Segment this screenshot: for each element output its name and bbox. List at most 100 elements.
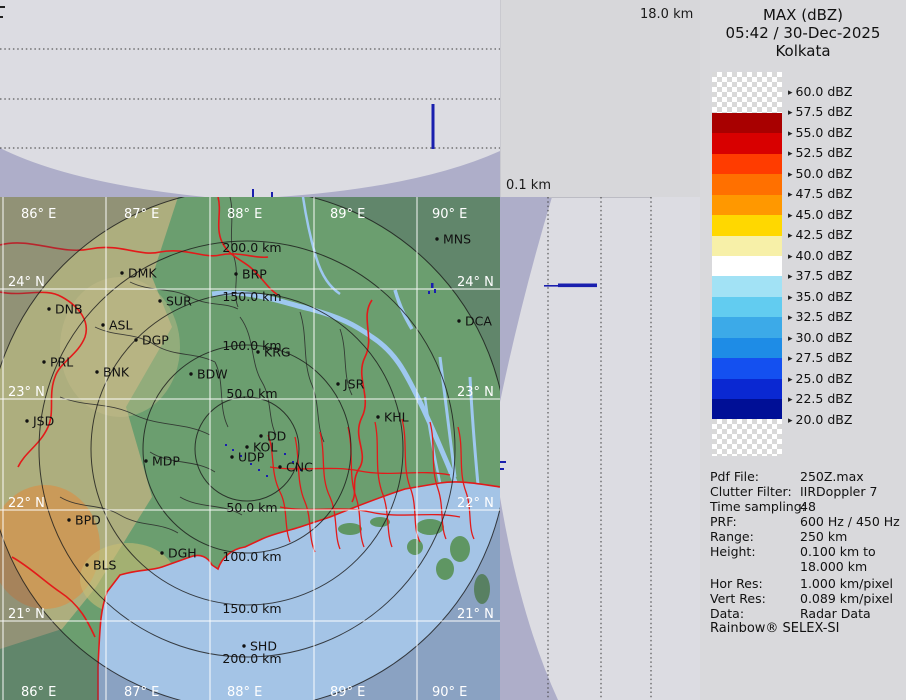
legend-overflow-swatch — [712, 72, 782, 113]
legend-color-swatch — [712, 297, 782, 318]
metadata-value: Radar Data — [800, 606, 904, 621]
legend-threshold-label: ▸55.0 dBZ — [788, 125, 852, 140]
legend-threshold-label: ▸37.5 dBZ — [788, 268, 852, 283]
threshold-value: 45.0 dBZ — [796, 207, 853, 222]
metadata-value: 1.000 km/pixel — [800, 576, 904, 591]
metadata-row: Time sampling:48 — [710, 499, 904, 514]
station-label: KHL — [384, 410, 409, 425]
legend-color-swatch — [712, 379, 782, 400]
legend-color-swatch — [712, 195, 782, 216]
min-height-label: 0.1 km — [506, 178, 551, 193]
legend-threshold-label: ▸50.0 dBZ — [788, 166, 852, 181]
metadata-value: 0.089 km/pixel — [800, 591, 904, 606]
longitude-label: 86° E — [21, 207, 56, 222]
legend-color-swatch — [712, 133, 782, 154]
station-label: ASL — [109, 318, 132, 333]
legend-threshold-label: ▸57.5 dBZ — [788, 104, 852, 119]
station-label: DCA — [465, 314, 492, 329]
threshold-arrow-icon: ▸ — [788, 88, 793, 98]
legend-threshold-label: ▸47.5 dBZ — [788, 186, 852, 201]
legend-threshold-label: ▸25.0 dBZ — [788, 371, 852, 386]
station-label: DGP — [142, 333, 169, 348]
threshold-value: 25.0 dBZ — [796, 371, 853, 386]
metadata-row: Range:250 km — [710, 529, 904, 544]
station-label: MDP — [152, 454, 180, 469]
station-dot — [336, 382, 339, 385]
metadata-label: Vert Res: — [710, 591, 800, 606]
threshold-arrow-icon: ▸ — [788, 190, 793, 200]
metadata-value: 48 — [800, 499, 904, 514]
scan-datetime: 05:42 / 30-Dec-2025 — [700, 24, 906, 42]
right-cross-section-plot — [500, 197, 700, 700]
latitude-label: 23° N — [457, 385, 494, 400]
threshold-arrow-icon: ▸ — [788, 252, 793, 262]
station-label: PRL — [50, 355, 73, 370]
legend-threshold-label: ▸42.5 dBZ — [788, 227, 852, 242]
metadata-row: PRF:600 Hz / 450 Hz — [710, 514, 904, 529]
threshold-arrow-icon: ▸ — [788, 416, 793, 426]
station-dot — [67, 518, 70, 521]
ppi-map: 86° E86° E87° E87° E88° E88° E89° E89° E… — [0, 197, 500, 700]
metadata-row: 18.000 km — [710, 559, 904, 574]
station-label: BDW — [197, 367, 228, 382]
station-dot — [25, 419, 28, 422]
threshold-arrow-icon: ▸ — [788, 313, 793, 323]
range-ring-label: 200.0 km — [222, 240, 281, 255]
legend-color-swatch — [712, 154, 782, 175]
height-gridlines — [548, 197, 651, 700]
range-ring-label: 150.0 km — [222, 601, 281, 616]
legend-color-swatch — [712, 338, 782, 359]
top-cross-section-panel — [0, 0, 501, 197]
station-dot — [230, 455, 233, 458]
max-height-label: 18.0 km — [640, 7, 693, 22]
threshold-value: 57.5 dBZ — [796, 104, 853, 119]
longitude-label: 88° E — [227, 685, 262, 700]
station-dot — [101, 323, 104, 326]
legend-panel: MAX (dBZ) 05:42 / 30-Dec-2025 Kolkata ▸6… — [700, 0, 906, 700]
legend-threshold-label: ▸20.0 dBZ — [788, 412, 852, 427]
threshold-arrow-icon: ▸ — [788, 354, 793, 364]
metadata-label: Hor Res: — [710, 576, 800, 591]
metadata-row: Hor Res:1.000 km/pixel — [710, 576, 904, 591]
legend-color-swatch — [712, 276, 782, 297]
station-dot — [234, 272, 237, 275]
legend-color-swatch — [712, 174, 782, 195]
blind-cone-wedge-bottom — [500, 497, 558, 700]
height-gridlines — [0, 49, 500, 148]
longitude-label: 90° E — [432, 207, 467, 222]
station-dot — [95, 370, 98, 373]
legend-color-swatch — [712, 358, 782, 379]
longitude-label: 89° E — [330, 685, 365, 700]
station-dot — [189, 372, 192, 375]
legend-threshold-label: ▸35.0 dBZ — [788, 289, 852, 304]
threshold-arrow-icon: ▸ — [788, 293, 793, 303]
metadata-label: Height: — [710, 544, 800, 559]
threshold-arrow-icon: ▸ — [788, 272, 793, 282]
legend-color-swatch — [712, 256, 782, 277]
legend-title: MAX (dBZ) 05:42 / 30-Dec-2025 Kolkata — [700, 6, 906, 60]
station-dot — [85, 563, 88, 566]
station-dot — [259, 434, 262, 437]
legend-threshold-label: ▸32.5 dBZ — [788, 309, 852, 324]
metadata-value: 0.100 km to — [800, 544, 904, 559]
station-dot — [120, 271, 123, 274]
radar-display-window: 86° E86° E87° E87° E88° E88° E89° E89° E… — [0, 0, 906, 700]
station-label: BRP — [242, 267, 267, 282]
range-ring-label: 50.0 km — [226, 386, 277, 401]
longitude-label: 89° E — [330, 207, 365, 222]
threshold-value: 22.5 dBZ — [796, 391, 853, 406]
latitude-label: 22° N — [457, 496, 494, 511]
station-dot — [256, 350, 259, 353]
metadata-label: PRF: — [710, 514, 800, 529]
threshold-arrow-icon: ▸ — [788, 170, 793, 180]
metadata-value: 250Z.max — [800, 469, 904, 484]
metadata-row: Clutter Filter:IIRDoppler 7 — [710, 484, 904, 499]
metadata-value: 250 km — [800, 529, 904, 544]
blind-cone-wedge-top — [500, 197, 552, 402]
metadata-label: Time sampling: — [710, 499, 800, 514]
latitude-label: 24° N — [8, 275, 45, 290]
product-metadata: Pdf File:250Z.maxClutter Filter:IIRDoppl… — [710, 469, 904, 621]
metadata-row: Height:0.100 km to — [710, 544, 904, 559]
metadata-row: Data:Radar Data — [710, 606, 904, 621]
threshold-value: 52.5 dBZ — [796, 145, 853, 160]
